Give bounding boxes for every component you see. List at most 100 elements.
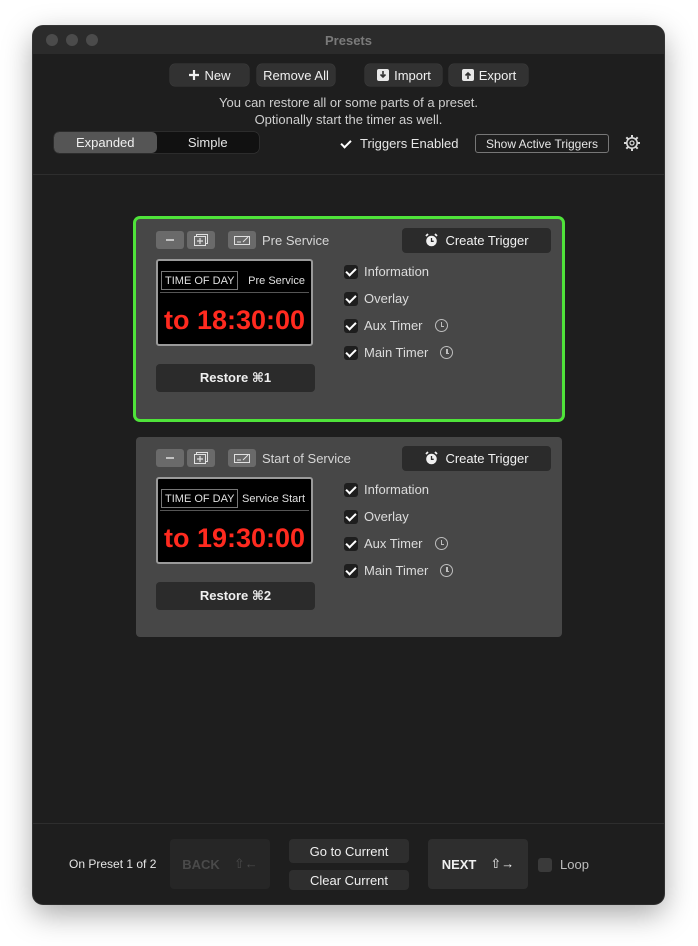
- plus-icon: [189, 70, 200, 80]
- preset-position-status: On Preset 1 of 2: [69, 857, 157, 871]
- overlay-label: Overlay: [364, 291, 409, 306]
- option-information[interactable]: Information: [344, 482, 429, 497]
- restore-label: Restore ⌘1: [199, 370, 272, 385]
- view-mode-segmented-control: Expanded Simple: [54, 132, 259, 153]
- loop-toggle[interactable]: Loop: [538, 857, 589, 872]
- create-trigger-button[interactable]: Create Trigger: [402, 446, 551, 471]
- next-label: NEXT: [441, 856, 477, 872]
- duplicate-preset-button[interactable]: [187, 449, 215, 467]
- timer-preview: TIME OF DAY Service Start to 19:30:00: [156, 477, 313, 564]
- alarm-clock-icon: [425, 233, 439, 247]
- alarm-clock-icon: [425, 451, 439, 465]
- option-information[interactable]: Information: [344, 264, 429, 279]
- clock-icon[interactable]: [434, 537, 448, 550]
- show-active-triggers-button[interactable]: Show Active Triggers: [475, 134, 609, 153]
- loop-checkbox[interactable]: [538, 857, 552, 872]
- aux-timer-label: Aux Timer: [364, 536, 423, 551]
- main-timer-checkbox[interactable]: [344, 345, 358, 360]
- restore-button[interactable]: Restore ⌘2: [156, 582, 315, 610]
- clock-icon[interactable]: [434, 319, 448, 332]
- information-checkbox[interactable]: [344, 264, 358, 279]
- back-label: BACK: [182, 856, 220, 872]
- triggers-enabled-checkbox[interactable]: [339, 136, 353, 151]
- option-aux-timer[interactable]: Aux Timer: [344, 318, 448, 333]
- import-label: Import: [394, 67, 431, 83]
- create-trigger-label: Create Trigger: [445, 233, 529, 248]
- clock-icon[interactable]: [440, 346, 454, 359]
- preview-divider: [160, 292, 309, 293]
- rename-preset-button[interactable]: [228, 449, 256, 467]
- overlay-checkbox[interactable]: [344, 291, 358, 306]
- preview-mode-tag: TIME OF DAY: [161, 489, 239, 508]
- next-button[interactable]: NEXT ⇧→: [428, 839, 528, 889]
- option-main-timer[interactable]: Main Timer: [344, 345, 454, 360]
- duplicate-icon: [194, 234, 208, 246]
- triggers-enabled-toggle[interactable]: Triggers Enabled: [339, 136, 459, 151]
- next-shortcut: ⇧→: [490, 856, 515, 871]
- overlay-checkbox[interactable]: [344, 509, 358, 524]
- rename-icon: [234, 236, 250, 245]
- preset-card-2[interactable]: Start of Service Create Trigger TIME OF …: [136, 437, 562, 637]
- triggers-enabled-label: Triggers Enabled: [360, 136, 459, 151]
- hint-line-2: Optionally start the timer as well.: [254, 112, 443, 127]
- preview-time: to 18:30:00: [163, 305, 306, 335]
- show-active-triggers-label: Show Active Triggers: [485, 136, 599, 151]
- duplicate-icon: [194, 452, 208, 464]
- preset-name: Start of Service: [262, 451, 351, 466]
- remove-all-label: Remove All: [263, 67, 329, 83]
- restore-button[interactable]: Restore ⌘1: [156, 364, 315, 392]
- preview-mode-tag: TIME OF DAY: [161, 271, 239, 290]
- option-overlay[interactable]: Overlay: [344, 291, 409, 306]
- main-timer-checkbox[interactable]: [344, 563, 358, 578]
- clock-icon[interactable]: [440, 564, 454, 577]
- footer-divider: [33, 823, 664, 824]
- back-shortcut: ⇧←: [233, 856, 258, 871]
- duplicate-preset-button[interactable]: [187, 231, 215, 249]
- hint-line-1: You can restore all or some parts of a p…: [219, 95, 478, 110]
- segment-expanded[interactable]: Expanded: [54, 132, 157, 153]
- remove-preset-button[interactable]: [156, 449, 184, 467]
- rename-preset-button[interactable]: [228, 231, 256, 249]
- header-divider: [33, 174, 664, 175]
- timer-preview: TIME OF DAY Pre Service to 18:30:00: [156, 259, 313, 346]
- new-button-label: New: [204, 67, 231, 83]
- title-bar: Presets: [33, 26, 664, 54]
- preview-time: to 19:30:00: [163, 523, 306, 553]
- aux-timer-checkbox[interactable]: [344, 536, 358, 551]
- loop-label: Loop: [560, 857, 589, 872]
- presets-window: Presets New Remove All Import Export You…: [33, 26, 664, 904]
- option-main-timer[interactable]: Main Timer: [344, 563, 454, 578]
- preview-divider: [160, 510, 309, 511]
- aux-timer-checkbox[interactable]: [344, 318, 358, 333]
- information-checkbox[interactable]: [344, 482, 358, 497]
- main-timer-label: Main Timer: [364, 345, 429, 360]
- go-to-current-button[interactable]: Go to Current: [289, 839, 409, 863]
- create-trigger-label: Create Trigger: [445, 451, 529, 466]
- preview-title: Service Start: [242, 493, 305, 505]
- clear-current-button[interactable]: Clear Current: [289, 870, 409, 890]
- gear-icon[interactable]: [623, 134, 641, 152]
- minus-icon: [166, 239, 174, 241]
- option-overlay[interactable]: Overlay: [344, 509, 409, 524]
- rename-icon: [234, 454, 250, 463]
- back-button[interactable]: BACK ⇧←: [170, 839, 270, 889]
- export-button[interactable]: Export: [449, 64, 528, 86]
- create-trigger-button[interactable]: Create Trigger: [402, 228, 551, 253]
- export-label: Export: [478, 67, 517, 83]
- aux-timer-label: Aux Timer: [364, 318, 423, 333]
- restore-label: Restore ⌘2: [199, 588, 272, 603]
- main-timer-label: Main Timer: [364, 563, 429, 578]
- clear-current-label: Clear Current: [309, 872, 389, 888]
- export-icon: [461, 69, 474, 81]
- remove-all-button[interactable]: Remove All: [257, 64, 335, 86]
- remove-preset-button[interactable]: [156, 231, 184, 249]
- segment-simple[interactable]: Simple: [157, 132, 260, 153]
- preset-name: Pre Service: [262, 233, 330, 248]
- import-button[interactable]: Import: [365, 64, 442, 86]
- go-to-current-label: Go to Current: [309, 843, 389, 859]
- overlay-label: Overlay: [364, 509, 409, 524]
- information-label: Information: [364, 264, 430, 279]
- new-button[interactable]: New: [170, 64, 249, 86]
- preset-card-1[interactable]: Pre Service Create Trigger TIME OF DAY P…: [136, 219, 562, 419]
- option-aux-timer[interactable]: Aux Timer: [344, 536, 448, 551]
